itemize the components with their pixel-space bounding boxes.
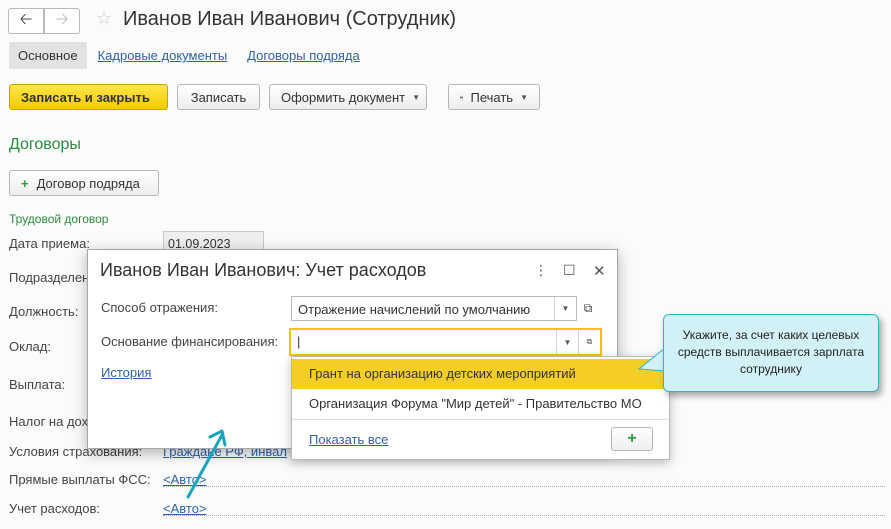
dialog-title: Иванов Иван Иванович: Учет расходов <box>100 260 427 280</box>
add-contract-label: Договор подряда <box>36 175 140 191</box>
group-title-employment: Трудовой договор <box>9 212 109 226</box>
method-select[interactable]: Отражение начислений по умолчанию ▼ <box>291 296 577 321</box>
section-title-contracts: Договоры <box>9 136 81 153</box>
annotation-arrow-icon <box>186 429 227 499</box>
history-link[interactable]: История <box>101 365 151 380</box>
chevron-down-icon[interactable]: ▼ <box>556 330 578 354</box>
funding-select[interactable]: | ▼ ⧉ <box>289 328 602 356</box>
arrow-left-icon: 🡠 <box>19 10 33 28</box>
tab-hr-documents[interactable]: Кадровые документы <box>89 42 237 69</box>
tab-main[interactable]: Основное <box>9 42 87 69</box>
more-menu-icon[interactable]: ⋮ <box>534 262 548 279</box>
add-button[interactable]: + <box>611 427 653 451</box>
department-label: Подразделен <box>9 270 90 285</box>
print-label: Печать <box>470 89 514 105</box>
star-icon[interactable]: ☆ <box>96 8 112 29</box>
add-contract-button[interactable]: + Договор подряда <box>9 170 159 196</box>
navigation-buttons: 🡠 🡢 <box>8 8 84 34</box>
create-document-button[interactable]: Оформить документ ▼ <box>269 84 427 110</box>
hint-tooltip: Укажите, за счет каких целевых средств в… <box>663 314 879 392</box>
open-icon[interactable]: ⧉ <box>578 330 600 354</box>
show-all-link[interactable]: Показать все <box>309 432 388 447</box>
position-label: Должность: <box>9 304 79 319</box>
print-button[interactable]: Печать ▼ <box>448 84 540 110</box>
tab-contracts[interactable]: Договоры подряда <box>238 42 369 69</box>
printer-icon <box>460 95 464 99</box>
close-icon[interactable]: ✕ <box>593 262 606 280</box>
plus-icon: + <box>21 175 29 191</box>
chevron-down-icon: ▼ <box>520 92 528 102</box>
back-button[interactable]: 🡠 <box>8 8 44 34</box>
dropdown-option[interactable]: Грант на организацию детских мероприятий <box>292 359 669 389</box>
arrow-right-icon: 🡢 <box>55 10 69 28</box>
page-title: Иванов Иван Иванович (Сотрудник) <box>123 8 457 30</box>
funding-dropdown: Грант на организацию детских мероприятий… <box>291 356 670 460</box>
chevron-down-icon: ▼ <box>412 92 421 102</box>
plus-icon: + <box>627 430 637 447</box>
save-and-close-button[interactable]: Записать и закрыть <box>9 84 168 110</box>
save-button[interactable]: Записать <box>177 84 260 110</box>
fss-label: Прямые выплаты ФСС: <box>9 472 151 487</box>
tab-bar: Основное Кадровые документы Договоры под… <box>9 42 369 69</box>
funding-label: Основание финансирования: <box>101 334 279 349</box>
payment-label: Выплата: <box>9 377 66 392</box>
salary-label: Оклад: <box>9 339 51 354</box>
expense-label: Учет расходов: <box>9 501 100 516</box>
divider <box>163 515 885 516</box>
funding-value: | <box>297 334 301 349</box>
method-label: Способ отражения: <box>101 300 218 315</box>
maximize-icon[interactable]: ☐ <box>563 262 576 279</box>
open-icon[interactable]: ⧉ <box>577 296 599 321</box>
forward-button[interactable]: 🡢 <box>44 8 80 34</box>
hire-date-label: Дата приема: <box>9 236 90 251</box>
divider <box>163 486 885 487</box>
dropdown-option[interactable]: Организация Форума "Мир детей" - Правите… <box>292 389 669 419</box>
method-value: Отражение начислений по умолчанию <box>298 302 531 317</box>
tax-label: Налог на дох <box>9 414 89 429</box>
create-document-label: Оформить документ <box>281 89 406 105</box>
divider <box>292 419 669 420</box>
chevron-down-icon[interactable]: ▼ <box>554 297 576 320</box>
